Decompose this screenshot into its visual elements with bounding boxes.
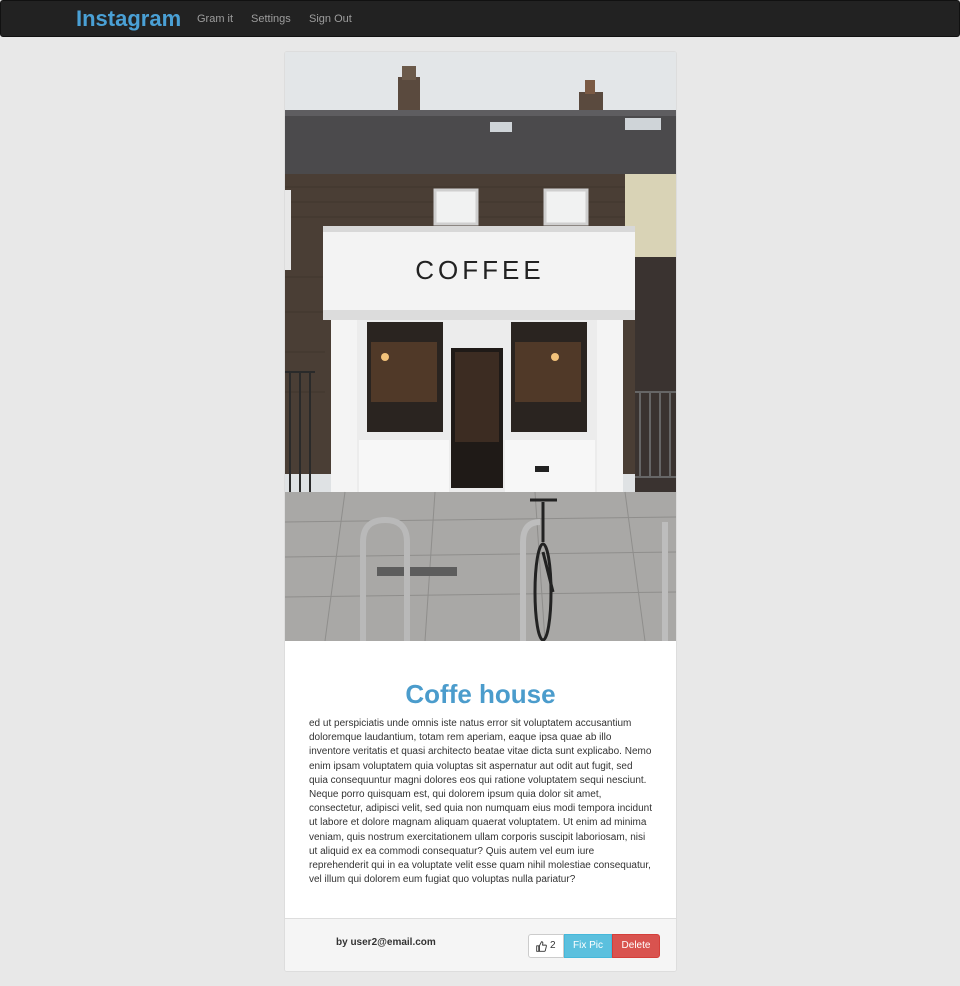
nav-sign-out[interactable]: Sign Out <box>309 12 352 26</box>
like-count: 2 <box>550 940 556 951</box>
nav-gram-it[interactable]: Gram it <box>197 12 233 26</box>
brand-logo[interactable]: Instagram <box>76 6 181 32</box>
top-navbar: Instagram Gram it Settings Sign Out <box>0 0 960 37</box>
delete-button[interactable]: Delete <box>612 934 660 958</box>
post-actions: 2 Fix Pic Delete <box>528 934 660 958</box>
fix-pic-button[interactable]: Fix Pic <box>564 934 612 958</box>
nav-settings[interactable]: Settings <box>251 12 291 26</box>
thumbs-up-icon <box>536 940 547 952</box>
post-card: COFFEE Coffe house ed ut perspiciatis un… <box>284 51 677 972</box>
like-button[interactable]: 2 <box>528 934 564 958</box>
post-body: ed ut perspiciatis unde omnis iste natus… <box>309 718 652 886</box>
svg-text:COFFEE: COFFEE <box>415 255 544 285</box>
post-footer: by user2@email.com 2 Fix Pic Delete <box>285 918 676 971</box>
post-title: Coffe house <box>405 679 556 709</box>
coffee-shop-photo: COFFEE <box>285 52 676 641</box>
post-photo: COFFEE <box>285 52 676 641</box>
post-author: by user2@email.com <box>336 937 436 948</box>
